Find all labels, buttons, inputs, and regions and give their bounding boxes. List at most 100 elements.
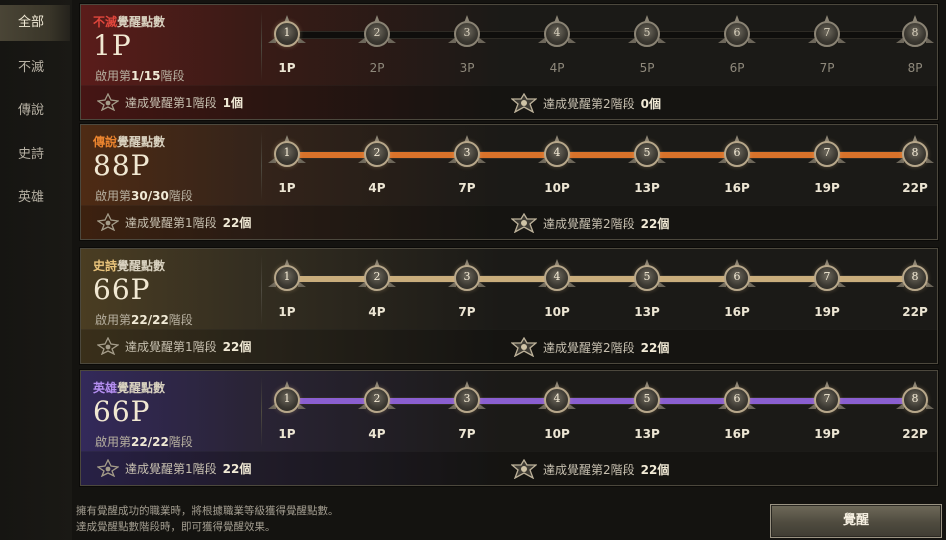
stage-cost-label: 19P	[814, 427, 840, 441]
awaken-button[interactable]: 覺醒	[770, 504, 942, 538]
stage-node-7[interactable]: 7	[808, 135, 846, 169]
awakening-panel-1: 不滅覺醒點數 1P 啟用第1/15階段 1 1P 2 2P 3 3P 4 4P 5 5P 6 6P 7 7P 8 8…	[79, 3, 939, 121]
stage-number: 2	[373, 26, 381, 39]
stage-number: 4	[553, 392, 561, 405]
stage-node-4[interactable]: 4	[538, 15, 576, 49]
stage-node-1[interactable]: 1	[268, 15, 306, 49]
enabled-stage: 啟用第22/22階段	[95, 311, 193, 328]
awakening-emblem-icon	[96, 458, 120, 478]
stage-number: 3	[463, 270, 471, 283]
grade-name: 英雄	[93, 381, 118, 395]
stage-node-1[interactable]: 1	[268, 381, 306, 415]
achievement-label: 達成覺醒第1階段	[125, 461, 217, 476]
achievement-count: 22個	[640, 216, 670, 231]
stage-node-1[interactable]: 1	[268, 135, 306, 169]
stage-number: 6	[733, 270, 741, 283]
stage-node-4[interactable]: 4	[538, 381, 576, 415]
stage-node-3[interactable]: 3	[448, 381, 486, 415]
achievement-label: 達成覺醒第2階段	[543, 462, 635, 477]
stage-cost-label: 13P	[634, 181, 660, 195]
stage-node-8[interactable]: 8	[896, 135, 934, 169]
stage-cost-label: 1P	[278, 305, 296, 319]
stage-number: 3	[463, 392, 471, 405]
stage-cost-label: 10P	[544, 181, 570, 195]
achievement-count: 22個	[640, 340, 670, 355]
achievement-label: 達成覺醒第1階段	[125, 95, 217, 110]
achievement-count: 22個	[640, 462, 670, 477]
stage-node-4[interactable]: 4	[538, 259, 576, 293]
stage-node-8[interactable]: 8	[896, 15, 934, 49]
stage-number: 3	[463, 26, 471, 39]
stage-node-3[interactable]: 3	[448, 135, 486, 169]
grade-name: 不滅	[93, 15, 118, 29]
stage-number: 2	[373, 392, 381, 405]
enabled-stage: 啟用第22/22階段	[95, 433, 193, 450]
stage-cost-label: 22P	[902, 427, 928, 441]
grade-name: 史詩	[93, 259, 118, 273]
achievement-count: 22個	[222, 461, 252, 476]
awakening-panel-2: 傳說覺醒點數 88P 啟用第30/30階段 1 1P 2 4P 3 7P 4 10P 5 13P 6 16P…	[79, 123, 939, 241]
awakening-emblem-advanced-icon	[510, 458, 538, 480]
awakening-points: 66P	[93, 273, 151, 306]
stage-node-4[interactable]: 4	[538, 135, 576, 169]
stage-number: 5	[643, 146, 651, 159]
awakening-points: 88P	[93, 149, 151, 182]
stage-cost-label: 4P	[549, 61, 565, 75]
stage-number: 5	[643, 392, 651, 405]
achievement-stage-2: 達成覺醒第2階段 22個	[510, 212, 670, 234]
enabled-value: 30/30	[131, 189, 169, 203]
stage-cost-label: 2P	[369, 61, 385, 75]
stage-node-5[interactable]: 5	[628, 15, 666, 49]
tab-all[interactable]: 全部	[0, 5, 70, 41]
stage-node-3[interactable]: 3	[448, 259, 486, 293]
grade-sidebar: 全部 不滅 傳說 史詩 英雄	[0, 0, 72, 540]
stage-cost-label: 3P	[459, 61, 475, 75]
tab-immortal[interactable]: 不滅	[0, 50, 70, 86]
enabled-prefix: 啟用第	[95, 313, 132, 327]
stage-node-7[interactable]: 7	[808, 381, 846, 415]
stage-node-5[interactable]: 5	[628, 135, 666, 169]
stage-node-5[interactable]: 5	[628, 259, 666, 293]
stage-node-6[interactable]: 6	[718, 15, 756, 49]
panel-title: 不滅覺醒點數	[93, 13, 165, 30]
stage-cost-label: 13P	[634, 305, 660, 319]
stage-node-2[interactable]: 2	[358, 135, 396, 169]
enabled-value: 1/15	[131, 69, 161, 83]
stage-node-3[interactable]: 3	[448, 15, 486, 49]
stage-node-6[interactable]: 6	[718, 135, 756, 169]
awakening-points: 1P	[93, 29, 132, 62]
stage-cost-label: 1P	[278, 181, 296, 195]
tab-legendary[interactable]: 傳說	[0, 93, 70, 129]
stage-node-1[interactable]: 1	[268, 259, 306, 293]
stage-cost-label: 8P	[907, 61, 923, 75]
achievement-stage-1: 達成覺醒第1階段 22個	[96, 212, 252, 232]
grade-name: 傳說	[93, 135, 118, 149]
stage-node-8[interactable]: 8	[896, 381, 934, 415]
stage-node-2[interactable]: 2	[358, 259, 396, 293]
stage-node-8[interactable]: 8	[896, 259, 934, 293]
stage-cost-label: 7P	[458, 305, 476, 319]
awakening-emblem-icon	[96, 92, 120, 112]
stage-number: 1	[283, 270, 291, 283]
panel-title: 英雄覺醒點數	[93, 379, 165, 396]
stage-cost-label: 4P	[368, 427, 386, 441]
stage-node-7[interactable]: 7	[808, 259, 846, 293]
stage-node-6[interactable]: 6	[718, 259, 756, 293]
stage-cost-label: 13P	[634, 427, 660, 441]
stage-node-7[interactable]: 7	[808, 15, 846, 49]
achievement-count: 22個	[222, 215, 252, 230]
stage-node-5[interactable]: 5	[628, 381, 666, 415]
stage-cost-label: 22P	[902, 181, 928, 195]
awakening-emblem-advanced-icon	[510, 212, 538, 234]
stage-cost-label: 7P	[819, 61, 835, 75]
stage-node-2[interactable]: 2	[358, 15, 396, 49]
stage-cost-label: 7P	[458, 427, 476, 441]
stage-node-2[interactable]: 2	[358, 381, 396, 415]
awakening-panel-3: 史詩覺醒點數 66P 啟用第22/22階段 1 1P 2 4P 3 7P 4 10P 5 13P 6 16P…	[79, 247, 939, 365]
enabled-prefix: 啟用第	[95, 435, 132, 449]
tab-hero[interactable]: 英雄	[0, 180, 70, 216]
tab-epic[interactable]: 史詩	[0, 137, 70, 173]
stage-number: 7	[823, 392, 831, 405]
stage-node-6[interactable]: 6	[718, 381, 756, 415]
stage-cost-label: 10P	[544, 427, 570, 441]
